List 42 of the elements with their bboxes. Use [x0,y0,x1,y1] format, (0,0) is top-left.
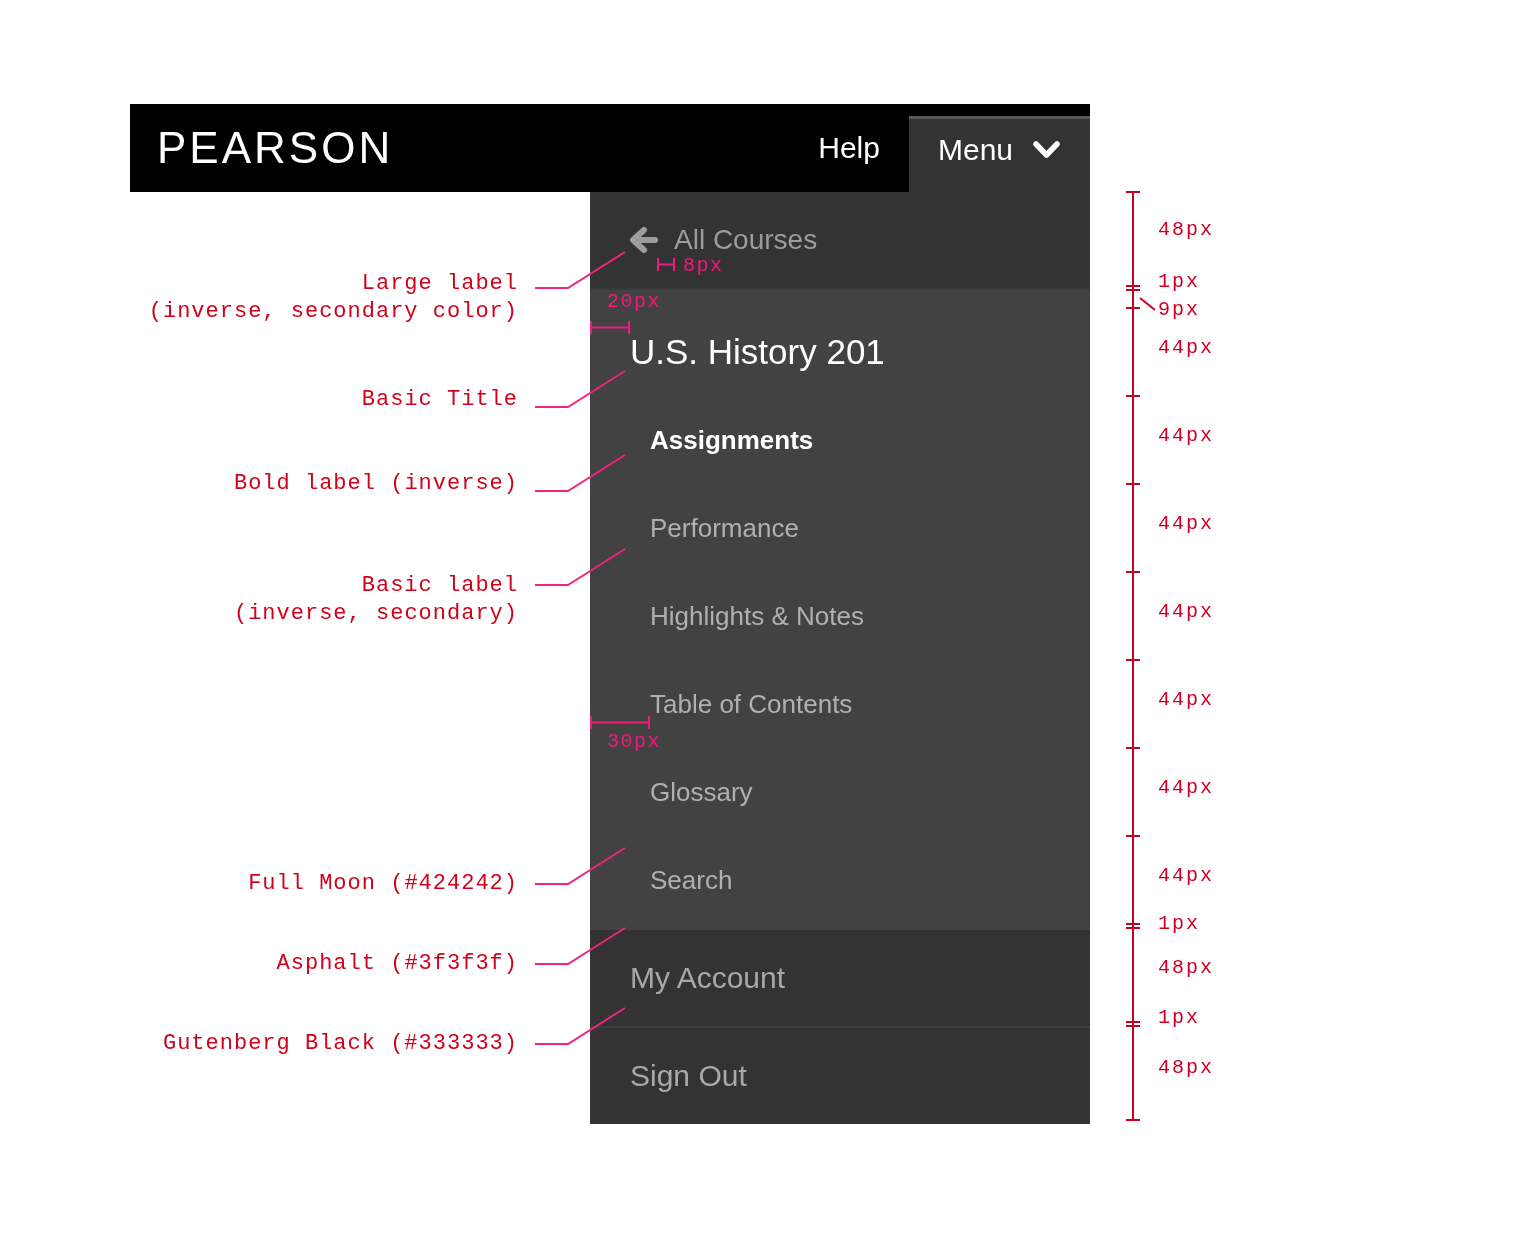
dimension-label: 20px [607,290,661,314]
dimension-marker [590,321,630,334]
menu-item[interactable]: Performance [650,512,799,544]
annotation-label: Basic label (inverse, secondary) [232,572,518,628]
annotation-label: Large label (inverse, secondary color) [147,270,518,326]
logo[interactable]: PEARSON [157,126,394,170]
dimension-marker [657,258,675,271]
menu-item[interactable]: Glossary [650,776,753,808]
annotation-label: Basic Title [360,386,518,414]
dimension-label: 44px [1158,688,1214,712]
dimension-label: 44px [1158,776,1214,800]
annotation-label: Gutenberg Black (#333333) [161,1030,518,1058]
dimension-label: 48px [1158,1056,1214,1080]
menu-item[interactable]: Search [650,864,733,896]
course-title: U.S. History 201 [630,332,885,372]
dimension-label: 9px [1158,298,1200,322]
dimension-marker [590,716,650,729]
annotation-label: Asphalt (#3f3f3f) [275,950,518,978]
footer-link[interactable]: My Account [590,930,1090,1028]
footer-link[interactable]: Sign Out [590,1028,1090,1124]
arrow-left-icon [630,227,658,253]
menu-button[interactable]: Menu [908,116,1090,192]
dimension-label: 44px [1158,512,1214,536]
menu-item[interactable]: Assignments [650,424,814,456]
help-link[interactable]: Help [818,130,880,166]
dimension-label: 44px [1158,864,1214,888]
dimension-label: 44px [1158,424,1214,448]
dimension-label: 1px [1158,912,1200,936]
dimension-label: 1px [1158,1006,1200,1030]
menu-item[interactable]: Table of Contents [650,688,853,720]
leader-line [1139,297,1156,311]
dimension-label: 1px [1158,270,1200,294]
annotation-label: Bold label (inverse) [232,470,518,498]
dimension-label: 8px [683,254,724,278]
dimension-label: 48px [1158,956,1214,980]
chevron-down-icon [1033,140,1060,159]
menu-item[interactable]: Highlights & Notes [650,600,864,632]
dimension-label: 48px [1158,218,1214,242]
dimension-label: 44px [1158,336,1214,360]
dimension-label: 44px [1158,600,1214,624]
dimension-label: 30px [607,730,661,754]
annotation-label: Full Moon (#424242) [247,870,518,898]
